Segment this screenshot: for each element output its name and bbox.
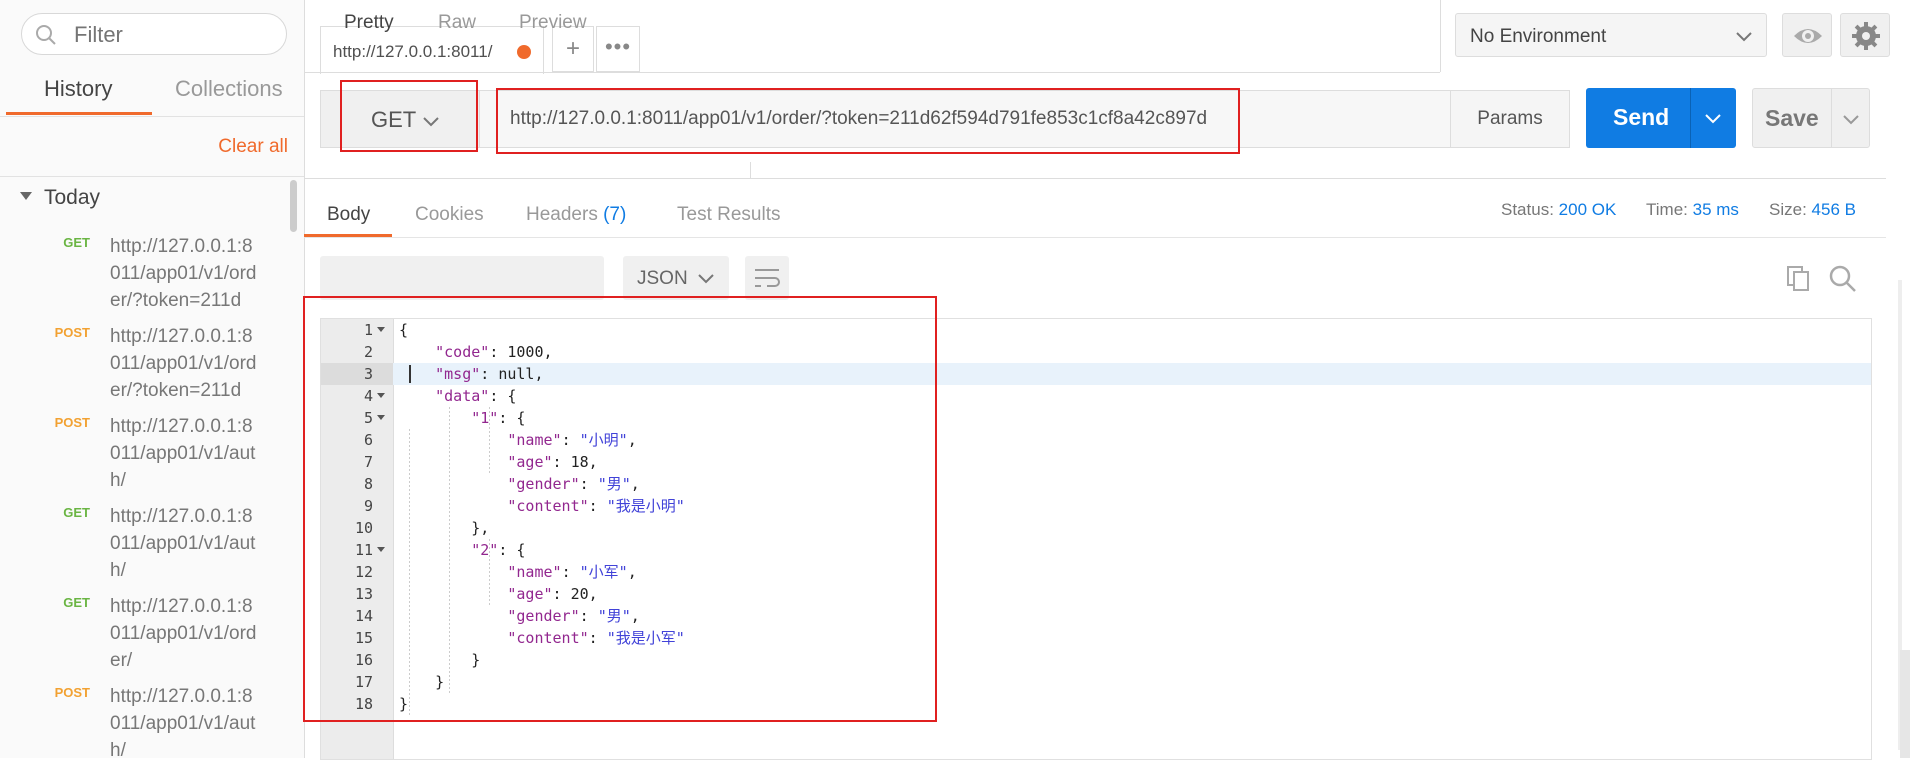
chevron-down-icon <box>1736 32 1752 42</box>
divider <box>304 72 1440 73</box>
divider <box>304 178 1886 179</box>
method-badge: POST <box>54 415 90 430</box>
settings-button[interactable] <box>1840 13 1890 57</box>
history-item[interactable]: POST http://127.0.0.1:8011/app01/v1/auth… <box>0 413 300 503</box>
history-item[interactable]: GET http://127.0.0.1:8011/app01/v1/auth/ <box>0 503 300 593</box>
format-pretty[interactable]: Pretty <box>344 12 394 34</box>
format-preview[interactable]: Preview <box>519 12 587 34</box>
params-button[interactable]: Params <box>1450 90 1570 148</box>
tab-history[interactable]: History <box>44 76 112 116</box>
divider <box>1831 89 1832 147</box>
divider <box>0 116 304 117</box>
highlight-response-box <box>303 296 937 722</box>
sidebar: History Collections Clear all Today GET … <box>0 0 305 761</box>
history-url: http://127.0.0.1:8011/app01/v1/order/?to… <box>110 236 257 311</box>
history-url: http://127.0.0.1:8011/app01/v1/auth/ <box>110 506 256 581</box>
divider <box>0 176 304 177</box>
more-tabs-button[interactable]: ••• <box>596 26 640 72</box>
chevron-down-icon <box>698 274 714 284</box>
time-value: 35 ms <box>1692 200 1739 219</box>
copy-icon[interactable] <box>1784 264 1812 292</box>
search-icon[interactable] <box>1828 264 1858 294</box>
format-raw[interactable]: Raw <box>438 12 476 34</box>
method-badge: GET <box>63 235 90 250</box>
group-label: Today <box>44 186 101 209</box>
time-readout: Time: 35 ms <box>1646 200 1739 220</box>
filter-box[interactable] <box>21 13 287 55</box>
status-label: Status: <box>1501 200 1554 219</box>
unsaved-dot-icon <box>517 45 531 59</box>
size-readout: Size: 456 B <box>1769 200 1856 220</box>
send-label: Send <box>1613 104 1670 130</box>
status-value: 200 OK <box>1558 200 1617 219</box>
wrap-lines-icon <box>755 269 780 287</box>
headers-count: (7) <box>603 204 627 225</box>
save-button[interactable]: Save <box>1752 88 1870 148</box>
format-toggle <box>320 256 604 300</box>
history-url: http://127.0.0.1:8011/app01/v1/order/ <box>110 596 257 671</box>
gear-icon <box>1852 22 1880 50</box>
environment-select[interactable]: No Environment <box>1455 13 1767 57</box>
size-label: Size: <box>1769 200 1807 219</box>
size-value: 456 B <box>1811 200 1856 219</box>
method-badge: GET <box>63 595 90 610</box>
tab-cookies[interactable]: Cookies <box>415 204 484 226</box>
eye-icon <box>1794 29 1822 43</box>
language-label: JSON <box>637 268 688 289</box>
chevron-down-icon[interactable] <box>1703 108 1723 128</box>
request-tab-label: http://127.0.0.1:8011/ <box>333 42 493 61</box>
caret-down-icon <box>20 192 32 201</box>
tab-headers[interactable]: Headers (7) <box>526 204 626 226</box>
divider <box>1690 88 1691 148</box>
tab-collections[interactable]: Collections <box>175 76 283 116</box>
method-badge: GET <box>63 505 90 520</box>
history-url: http://127.0.0.1:8011/app01/v1/auth/ <box>110 686 256 761</box>
send-button[interactable]: Send <box>1586 88 1736 148</box>
history-url: http://127.0.0.1:8011/app01/v1/order/?to… <box>110 326 257 401</box>
chevron-down-icon[interactable] <box>1841 109 1861 129</box>
method-badge: POST <box>54 325 90 340</box>
window-scrollbar[interactable] <box>1900 650 1910 758</box>
tab-headers-label: Headers <box>526 204 598 225</box>
divider <box>1440 0 1441 72</box>
tab-test-results[interactable]: Test Results <box>677 204 780 226</box>
method-badge: POST <box>54 685 90 700</box>
language-select[interactable]: JSON <box>623 256 729 300</box>
divider <box>750 162 751 178</box>
environment-quick-look-button[interactable] <box>1782 13 1832 57</box>
history-url: http://127.0.0.1:8011/app01/v1/auth/ <box>110 416 256 491</box>
status-readout: Status: 200 OK <box>1501 200 1616 220</box>
wrap-lines-button[interactable] <box>745 256 789 300</box>
highlight-method-box <box>340 80 478 152</box>
history-item[interactable]: GET http://127.0.0.1:8011/app01/v1/order… <box>0 593 300 683</box>
history-item[interactable]: GET http://127.0.0.1:8011/app01/v1/order… <box>0 233 300 323</box>
save-label: Save <box>1765 105 1819 131</box>
search-icon <box>36 25 56 45</box>
filter-input[interactable] <box>72 20 276 50</box>
tab-body[interactable]: Body <box>327 204 370 226</box>
history-item[interactable]: POST http://127.0.0.1:8011/app01/v1/auth… <box>0 683 300 773</box>
tab-underline <box>6 112 152 115</box>
divider <box>304 237 1886 238</box>
history-item[interactable]: POST http://127.0.0.1:8011/app01/v1/orde… <box>0 323 300 413</box>
environment-label: No Environment <box>1470 26 1607 47</box>
clear-all-link[interactable]: Clear all <box>218 136 288 158</box>
history-group-today[interactable]: Today <box>20 186 100 210</box>
sidebar-scrollbar[interactable] <box>290 180 297 232</box>
time-label: Time: <box>1646 200 1688 219</box>
highlight-url-box <box>496 88 1240 154</box>
